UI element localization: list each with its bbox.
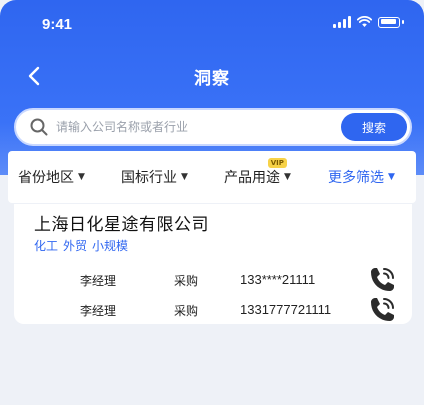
contact-phone: 1331777721111 [240, 302, 332, 317]
caret-down-icon: ▼ [78, 172, 85, 182]
company-name: 上海日化星途有限公司 [34, 215, 209, 235]
filter-product[interactable]: 产品用途 ▼ VIP [224, 158, 291, 187]
caret-down-icon: ▼ [181, 172, 188, 182]
filter-more-label: 更多筛选 [328, 170, 384, 186]
caret-down-icon: ▼ [284, 172, 291, 182]
tag: 化工 [34, 239, 59, 253]
tag: 小规模 [92, 239, 129, 253]
page-title: 洞察 [194, 69, 230, 89]
search-icon [30, 118, 48, 136]
contact-role: 采购 [174, 274, 199, 288]
contact-role: 采购 [174, 304, 199, 318]
search-button[interactable]: 搜索 [341, 113, 407, 141]
filter-bar: 省份地区 ▼ 国标行业 ▼ 产品用途 ▼ VIP 更多筛选 ▼ [8, 151, 416, 203]
status-icons [333, 16, 404, 28]
contact-name: 李经理 [80, 304, 117, 318]
contact-name: 李经理 [80, 274, 117, 288]
signal-icon [333, 16, 351, 28]
wifi-icon [357, 16, 372, 27]
search-bar: 搜索 [14, 108, 412, 146]
phone-call-icon[interactable] [366, 294, 398, 326]
contact-row: 李经理 采购 1331777721111 [14, 298, 412, 322]
company-tags: 化工 外贸 小规模 [34, 237, 128, 254]
filter-industry[interactable]: 国标行业 ▼ [121, 167, 188, 187]
filter-more[interactable]: 更多筛选 ▼ [328, 167, 395, 187]
status-bar: 9:41 [0, 0, 424, 48]
filter-industry-label: 国标行业 [121, 170, 177, 186]
filter-product-label: 产品用途 [224, 170, 280, 186]
vip-badge: VIP [267, 158, 287, 168]
status-time: 9:41 [42, 16, 73, 33]
battery-tip [402, 20, 404, 24]
search-input[interactable] [56, 120, 341, 134]
tag: 外贸 [63, 239, 88, 253]
navigation-bar: 洞察 [0, 58, 424, 94]
filter-province-label: 省份地区 [18, 170, 74, 186]
filter-province[interactable]: 省份地区 ▼ [18, 167, 85, 187]
battery-icon [378, 16, 400, 28]
contact-phone: 133****21111 [240, 272, 316, 287]
contact-row: 李经理 采购 133****21111 [14, 268, 412, 292]
caret-down-icon: ▼ [388, 172, 395, 182]
phone-call-icon[interactable] [366, 264, 398, 296]
company-card[interactable]: 上海日化星途有限公司 化工 外贸 小规模 李经理 采购 133****21111… [14, 204, 412, 324]
